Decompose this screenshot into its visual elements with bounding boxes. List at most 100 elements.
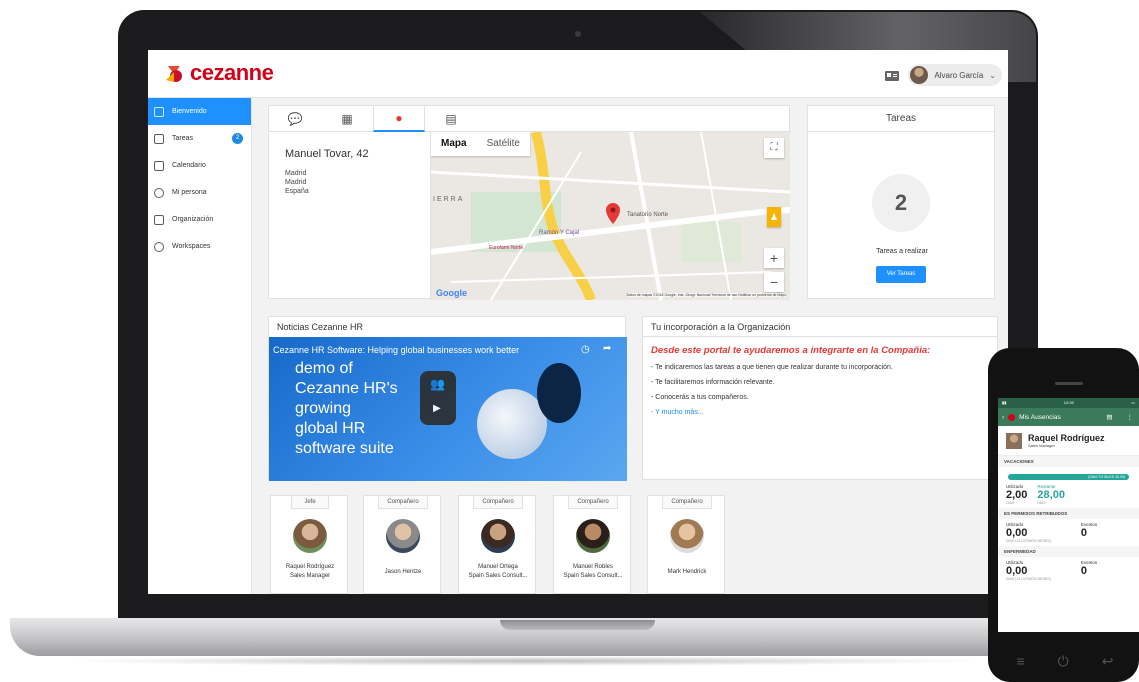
sidebar-item-bienvenido[interactable]: Bienvenido — [148, 98, 251, 125]
enfermedad-card[interactable]: Utilizado 0,00 DÍAS (12 ÚLTIMOS MESES) E… — [998, 557, 1139, 584]
add-event-icon[interactable]: ▤ — [1106, 413, 1112, 421]
vacaciones-section-title: VACACIONES — [998, 456, 1139, 467]
address-city: Madrid — [285, 170, 307, 177]
disc-graphic — [537, 363, 581, 423]
person-card[interactable]: Compañero Manuel Robles Spain Sales Cons… — [553, 495, 631, 594]
phone-time: 12:00 — [1063, 400, 1074, 405]
user-name: Alvaro García — [934, 70, 984, 80]
play-icon: ▶ — [433, 403, 441, 414]
video-text: demo of Cezanne HR's growing global HR s… — [295, 359, 398, 459]
logo-text: cezanne — [190, 60, 274, 85]
person-name: Manuel Robles — [572, 564, 614, 570]
sidebar-item-organizacion[interactable]: Organización — [148, 206, 251, 233]
map-type-map[interactable]: Mapa — [431, 132, 477, 156]
person-card[interactable]: Compañero Manuel Ortega Spain Sales Cons… — [458, 495, 536, 594]
vacaciones-card[interactable]: (DÍAS TOTALES 30,00) Utilizado 2,00 DÍAS… — [998, 467, 1139, 508]
person-photo — [293, 519, 327, 553]
cezanne-logo[interactable]: cezanne — [164, 59, 274, 87]
pegman-button[interactable]: ♟ — [767, 207, 781, 227]
permisos-section-title: ES PERMISOS RETRIBUIDOS — [998, 508, 1139, 519]
video-line: demo of — [295, 360, 353, 377]
map-type-satellite[interactable]: Satélite — [477, 132, 530, 156]
phone-profile: Raquel Rodríguez Sales Manager — [998, 426, 1139, 456]
used-sub: DÍAS — [1006, 501, 1015, 505]
tareas-title: Tareas — [808, 106, 994, 132]
permisos-card[interactable]: Utilizado 0,00 DÍAS (12 ÚLTIMOS MESES) E… — [998, 519, 1139, 546]
phone-app-title: Mis Ausencias — [1019, 413, 1061, 421]
phone-status-bar: ▮▮ 12:00 ▭ — [998, 398, 1139, 408]
map-label: IERRA — [433, 196, 465, 203]
back-icon[interactable]: ‹ — [1002, 414, 1004, 421]
video-line: Cezanne HR's — [295, 380, 398, 397]
tab-id-card[interactable]: ▤ — [425, 106, 477, 132]
power-icon[interactable]: ⏻ — [1058, 653, 1069, 670]
incorporation-more-link[interactable]: - Y mucho más... — [643, 405, 997, 420]
menu-icon[interactable]: ≡ — [1017, 653, 1025, 669]
person-role: Jefe — [291, 495, 329, 509]
tab-calendar[interactable]: ▦ — [321, 106, 373, 132]
incorporation-lead: Desde este portal te ayudaremos a integr… — [651, 345, 931, 356]
app-logo-icon — [1008, 413, 1016, 421]
phone-app-bar: ‹ Mis Ausencias ▤ ⋮ — [998, 408, 1139, 426]
video-player[interactable]: demo of Cezanne HR's growing global HR s… — [269, 337, 627, 481]
battery-icon: ▭ — [1131, 400, 1135, 405]
person-card[interactable]: Compañero Mark Hendrick — [647, 495, 725, 594]
sidebar-item-calendario[interactable]: Calendario — [148, 152, 251, 179]
chat-icon — [154, 241, 164, 252]
tab-chat[interactable]: 💬 — [269, 106, 321, 132]
user-menu-button[interactable]: Alvaro García ⌄ — [908, 64, 1002, 86]
person-name: Manuel Ortega — [478, 564, 518, 570]
news-title: Noticias Cezanne HR — [277, 322, 364, 332]
permisos-used: 0,00 — [1006, 527, 1028, 539]
sidebar-item-label: Mi persona — [172, 189, 207, 196]
person-card[interactable]: Compañero Jason Hentze — [363, 495, 441, 594]
fullscreen-button[interactable]: ⛶ — [764, 138, 784, 158]
camera-dot — [575, 31, 581, 37]
sidebar-item-mi-persona[interactable]: Mi persona — [148, 179, 251, 206]
person-name: Raquel Rodríguez — [285, 564, 335, 570]
video-caption: Cezanne HR Software: Helping global busi… — [273, 345, 520, 355]
google-logo: Google — [436, 288, 467, 298]
news-card: Noticias Cezanne HR demo of Cezanne HR's… — [268, 316, 627, 481]
sidebar-item-label: Tareas — [172, 135, 194, 142]
incorporation-item: - Te indicaremos las tareas a que tienen… — [651, 364, 893, 371]
person-icon — [154, 187, 164, 198]
enf-used: 0,00 — [1006, 565, 1028, 577]
used-value: 2,00 — [1006, 489, 1028, 501]
more-icon[interactable]: ⋮ — [1127, 413, 1134, 421]
calendar-icon — [154, 160, 164, 171]
signal-icon: ▮▮ — [1002, 400, 1007, 405]
sidebar: Bienvenido Tareas 2 Calendario Mi person… — [148, 98, 252, 594]
map-label: Tanatorio Norte — [627, 212, 669, 218]
tab-location[interactable]: ● — [373, 106, 425, 132]
map-attribution[interactable]: Datos de mapas ©2018 Google, Inst. Geogr… — [626, 293, 786, 297]
sidebar-item-tareas[interactable]: Tareas 2 — [148, 125, 251, 152]
video-line: software suite — [295, 440, 394, 457]
enfermedad-section-title: ENFERMEDAD — [998, 546, 1139, 557]
globe-graphic — [477, 389, 547, 459]
id-card-icon[interactable] — [884, 69, 900, 81]
zoom-in-button[interactable]: + — [764, 248, 784, 268]
incorporation-title: Tu incorporación a la Organización — [643, 317, 997, 337]
sidebar-item-workspaces[interactable]: Workspaces — [148, 233, 251, 260]
avatar — [1006, 432, 1022, 449]
avatar — [910, 66, 929, 84]
share-icon[interactable]: ➦ — [603, 343, 611, 354]
checkbox-icon — [154, 133, 164, 144]
sidebar-item-label: Bienvenido — [172, 108, 207, 115]
tareas-badge: 2 — [232, 133, 243, 144]
clock-icon[interactable]: ◷ — [581, 344, 590, 355]
zoom-out-button[interactable]: − — [764, 272, 784, 292]
ver-tareas-button[interactable]: Ver Tareas — [876, 266, 926, 283]
person-role: Compañero — [378, 495, 428, 509]
address-panel: Manuel Tovar, 42 Madrid Madrid España — [269, 132, 431, 300]
google-map[interactable]: Mapa Satélite IERRA Tanatorio Norte Ramó… — [431, 132, 790, 300]
play-button[interactable]: 👥 ▶ — [420, 371, 456, 425]
person-card[interactable]: Jefe Raquel Rodríguez Sales Manager — [270, 495, 348, 594]
logo-mark-icon — [164, 62, 186, 84]
person-title: Spain Sales Consult... — [468, 573, 528, 579]
person-title: Spain Sales Consult... — [563, 573, 623, 579]
map-label: Ramón Y Cajal — [539, 230, 580, 236]
back-icon[interactable]: ↩ — [1102, 653, 1114, 670]
tareas-card: Tareas 2 Tareas a realizar Ver Tareas — [807, 105, 995, 299]
